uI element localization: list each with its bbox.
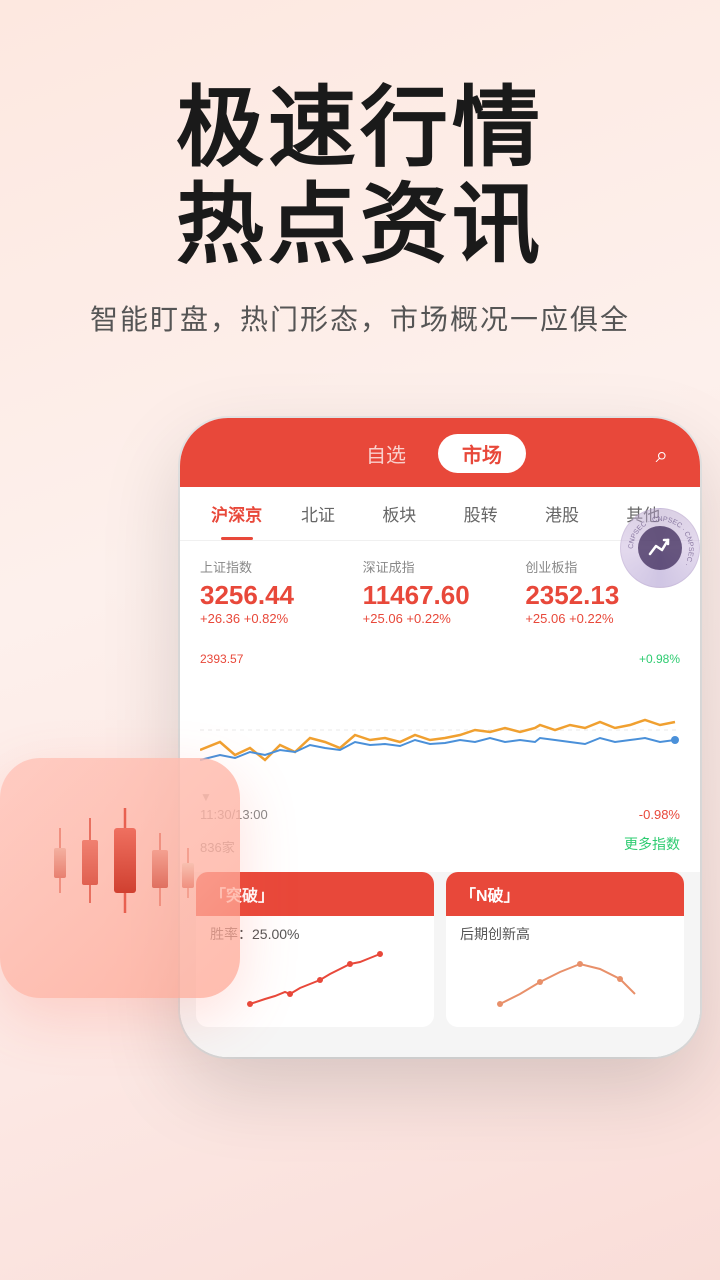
chart-labels: 2393.57 +0.98%: [200, 652, 680, 666]
index-chuanye-change: +25.06 +0.22%: [525, 611, 680, 626]
card-npo-text: 后期创新高: [460, 926, 530, 942]
nav-market[interactable]: 市场: [438, 434, 526, 473]
watermark-circle: CNPSEC · CNPSEC · CNPSEC ·: [620, 508, 700, 588]
candles-svg: [30, 788, 210, 968]
nav-watchlist[interactable]: 自选: [354, 435, 418, 472]
card-npo-title: 「N破」: [460, 888, 520, 905]
hero-section: 极速行情 热点资讯 智能盯盘，热门形态，市场概况一应俱全: [0, 0, 720, 378]
tab-bankuai[interactable]: 板块: [359, 487, 440, 540]
svg-text:CNPSEC · CNPSEC · CNPSEC ·: CNPSEC · CNPSEC · CNPSEC ·: [628, 516, 694, 567]
hero-title: 极速行情 热点资讯: [40, 80, 680, 274]
card-npo-header: 「N破」: [446, 872, 684, 916]
watermark-text-svg: CNPSEC · CNPSEC · CNPSEC ·: [621, 509, 701, 589]
search-icon[interactable]: ⌕: [656, 442, 668, 468]
index-shenzhen[interactable]: 深证成指 11467.60 +25.06 +0.22%: [363, 557, 518, 626]
more-indices-button[interactable]: 更多指数: [624, 832, 680, 862]
index-shenzhen-name: 深证成指: [363, 557, 518, 576]
candle-decoration: [0, 758, 280, 1038]
chart-top-value: 2393.57: [200, 652, 243, 666]
app-header: 自选 市场 ⌕: [180, 418, 700, 487]
tab-beizhen[interactable]: 北证: [277, 487, 358, 540]
hero-subtitle: 智能盯盘，热门形态，市场概况一应俱全: [40, 298, 680, 338]
card-npo-chart: [460, 944, 670, 1014]
index-shanghai[interactable]: 上证指数 3256.44 +26.36 +0.82%: [200, 557, 355, 626]
index-row: 上证指数 3256.44 +26.36 +0.82% 深证成指 11467.60…: [200, 557, 680, 626]
index-shanghai-change: +26.36 +0.82%: [200, 611, 355, 626]
tab-ganggu[interactable]: 港股: [521, 487, 602, 540]
index-shanghai-value: 3256.44: [200, 580, 355, 611]
card-npo[interactable]: 「N破」 后期创新高: [446, 872, 684, 1027]
phone-mockup: 自选 市场 ⌕ 沪深京 北证 板块 股转 港股 其他 上证指数 3256.44 …: [20, 418, 700, 1198]
hero-title-line2: 热点资讯: [176, 175, 544, 274]
tab-guzhan[interactable]: 股转: [440, 487, 521, 540]
cnpsec-watermark: CNPSEC · CNPSEC · CNPSEC ·: [620, 508, 710, 598]
card-npo-body: 后期创新高: [446, 916, 684, 1027]
tab-hushen[interactable]: 沪深京: [196, 487, 277, 540]
hero-title-line1: 极速行情: [176, 78, 544, 177]
chart-neg-pct: -0.98%: [639, 807, 680, 822]
chart-top-pct: +0.98%: [639, 652, 680, 666]
index-shanghai-name: 上证指数: [200, 557, 355, 576]
index-shenzhen-value: 11467.60: [363, 580, 518, 611]
index-shenzhen-change: +25.06 +0.22%: [363, 611, 518, 626]
app-nav: 自选 市场: [204, 434, 676, 487]
candle-bg: [0, 758, 240, 998]
